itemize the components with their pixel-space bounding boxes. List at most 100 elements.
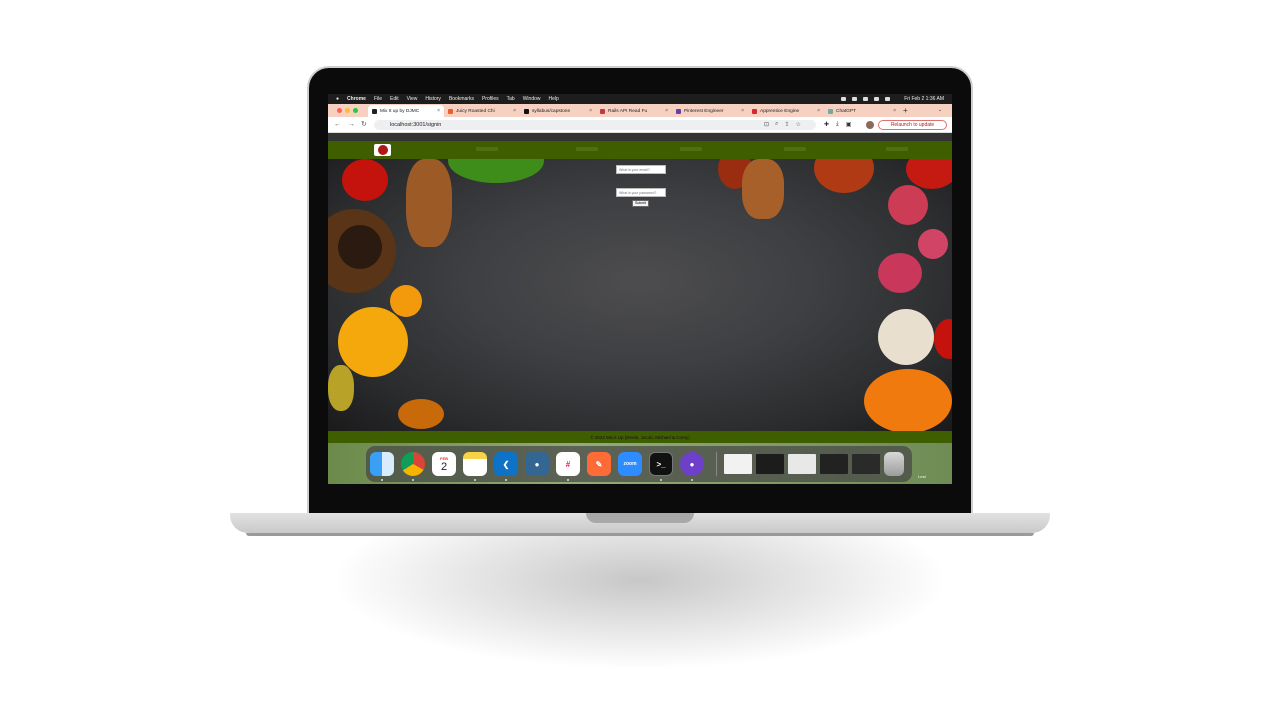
tab-mix-it-up[interactable]: Mix It up by DJMC × (368, 105, 444, 117)
extensions-puzzle-icon[interactable]: ✚ (824, 121, 829, 128)
minimized-window-thumbnail[interactable] (788, 454, 816, 474)
trash-icon[interactable] (884, 452, 904, 476)
tab-title: Rails API Read Fu (608, 108, 648, 114)
status-icon[interactable] (841, 97, 847, 101)
tab-close-icon[interactable]: × (437, 108, 440, 114)
zoom-app-icon[interactable]: zoom (618, 452, 642, 476)
desktop-file-label[interactable]: t.md (918, 474, 926, 479)
sidepanel-icon[interactable]: ▣ (846, 121, 852, 128)
menubar-clock[interactable]: Fri Feb 2 1:36 AM (904, 96, 944, 102)
postgres-icon[interactable]: ● (525, 452, 549, 476)
close-window-button[interactable] (337, 108, 342, 113)
running-indicator (660, 479, 662, 481)
apple-menu-icon[interactable]: ● (336, 96, 339, 102)
chrome-icon[interactable] (401, 452, 425, 476)
macos-dock: FEB 2 ❮ ● # ✎ zoom >_ ● (366, 446, 912, 482)
new-tab-button[interactable]: + (903, 105, 908, 117)
tab-close-icon[interactable]: × (817, 108, 820, 114)
finder-icon[interactable] (370, 452, 394, 476)
nav-link-1[interactable] (476, 147, 498, 151)
minimized-window-thumbnail[interactable] (852, 454, 880, 474)
calendar-icon[interactable]: FEB 2 (432, 452, 456, 476)
tab-favicon-icon (828, 108, 833, 114)
tab-close-icon[interactable]: × (513, 108, 516, 114)
back-button[interactable]: ← (334, 120, 341, 129)
minimized-window-thumbnail[interactable] (820, 454, 848, 474)
radish-image (878, 253, 922, 293)
relaunch-to-update-button[interactable]: Relaunch to update (878, 120, 947, 130)
install-icon[interactable]: ⊡ (764, 121, 769, 128)
terminal-icon[interactable]: >_ (649, 452, 673, 476)
menu-help[interactable]: Help (549, 96, 559, 102)
tab-roasted-chicken[interactable]: Juicy Roasted Chi × (444, 105, 520, 117)
turmeric-image (398, 399, 444, 429)
tab-close-icon[interactable]: × (589, 108, 592, 114)
tab-pinterest[interactable]: Pinterest Engineer × (672, 105, 748, 117)
github-icon (524, 108, 529, 114)
control-center-icon[interactable] (885, 97, 891, 101)
radish-image (888, 185, 928, 225)
spotlight-icon[interactable] (874, 97, 880, 101)
signin-form: Submit (616, 165, 666, 211)
tab-chatgpt[interactable]: ChatGPT × (824, 105, 900, 117)
nav-link-2[interactable] (576, 147, 598, 151)
menu-view[interactable]: View (407, 96, 418, 102)
share-icon[interactable]: ⇪ (784, 121, 789, 128)
slack-icon[interactable]: # (556, 452, 580, 476)
tab-rails-api[interactable]: Rails API Read Fu × (596, 105, 672, 117)
tab-favicon-icon (448, 108, 453, 114)
postman-icon[interactable]: ✎ (587, 452, 611, 476)
running-indicator (381, 479, 383, 481)
site-logo[interactable] (374, 144, 391, 156)
minimized-window-thumbnail[interactable] (756, 454, 784, 474)
tab-apprentice[interactable]: Apprentice Engine × (748, 105, 824, 117)
radish-image (918, 229, 948, 259)
github-desktop-icon[interactable]: ● (680, 452, 704, 476)
menu-file[interactable]: File (374, 96, 382, 102)
profile-avatar[interactable] (866, 121, 874, 129)
bookmark-star-icon[interactable]: ☆ (795, 121, 800, 128)
nav-link-4[interactable] (784, 147, 806, 151)
tab-syllabus[interactable]: syllabus/capstone × (520, 105, 596, 117)
submit-button[interactable]: Submit (632, 200, 649, 207)
minimized-window-thumbnail[interactable] (724, 454, 752, 474)
nav-link-5[interactable] (886, 147, 908, 151)
menu-app-name[interactable]: Chrome (347, 96, 366, 102)
download-icon[interactable]: ⤓ (836, 121, 839, 128)
tab-close-icon[interactable]: × (665, 108, 668, 114)
tab-search-chevron-icon[interactable]: ⌄ (938, 107, 942, 113)
password-input[interactable] (616, 188, 666, 197)
battery-icon[interactable] (852, 97, 858, 101)
spoon-paprika-image (742, 159, 784, 219)
minimize-window-button[interactable] (345, 108, 350, 113)
menu-window[interactable]: Window (523, 96, 541, 102)
menu-edit[interactable]: Edit (390, 96, 399, 102)
tab-close-icon[interactable]: × (893, 108, 896, 114)
menu-history[interactable]: History (425, 96, 441, 102)
url-text: localhost:3001/signin (390, 122, 442, 128)
menu-tab[interactable]: Tab (507, 96, 515, 102)
tab-favicon-icon (676, 108, 681, 114)
laptop-screen: ● Chrome File Edit View History Bookmark… (328, 94, 952, 484)
email-input[interactable] (616, 165, 666, 174)
forward-button[interactable]: → (348, 120, 355, 129)
address-bar[interactable]: localhost:3001/signin (374, 120, 816, 130)
menu-bookmarks[interactable]: Bookmarks (449, 96, 474, 102)
extension-icons: ✚ ⤓ ▣ (824, 121, 851, 128)
tab-close-icon[interactable]: × (741, 108, 744, 114)
nav-link-3[interactable] (680, 147, 702, 151)
hero-background-spices: Submit (328, 159, 952, 431)
orange-half-image (338, 307, 408, 377)
browser-toolbar: ← → ↻ localhost:3001/signin ⊡ ⌕ ⇪ ☆ ✚ ⤓ … (328, 117, 952, 133)
menu-profiles[interactable]: Profiles (482, 96, 499, 102)
reload-button[interactable]: ↻ (361, 120, 367, 129)
running-indicator (412, 479, 414, 481)
wifi-icon[interactable] (863, 97, 869, 101)
site-footer: © 2024 Mix it Up (Derek, Jacob, Michael … (328, 431, 952, 443)
vscode-icon[interactable]: ❮ (494, 452, 518, 476)
window-controls (337, 108, 358, 113)
laptop-notch (586, 513, 694, 523)
zoom-icon[interactable]: ⌕ (775, 121, 778, 128)
notes-icon[interactable] (463, 452, 487, 476)
zoom-window-button[interactable] (353, 108, 358, 113)
